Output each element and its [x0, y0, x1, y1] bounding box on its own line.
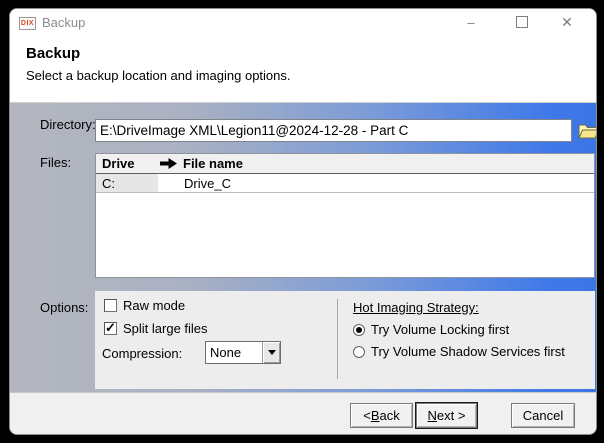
next-button[interactable]: Next >	[415, 402, 478, 429]
radio-unselected-icon[interactable]	[353, 345, 365, 358]
compression-label: Compression:	[102, 346, 183, 361]
radio-selected-icon[interactable]	[353, 323, 365, 336]
page-subtitle: Select a backup location and imaging opt…	[26, 68, 291, 83]
browse-folder-button[interactable]	[576, 117, 596, 143]
options-divider	[337, 299, 338, 379]
titlebar: DIX Backup – ✕	[10, 9, 596, 35]
minimize-button[interactable]: –	[456, 9, 486, 35]
page-title: Backup	[26, 45, 81, 62]
next-button-accesskey: N	[427, 408, 437, 423]
dropdown-button[interactable]	[262, 342, 280, 363]
folder-icon	[577, 122, 596, 139]
compression-dropdown[interactable]: None	[205, 341, 281, 364]
radio-volume-shadow-label: Try Volume Shadow Services first	[371, 344, 565, 359]
column-header-drive[interactable]: Drive	[96, 156, 158, 171]
files-list-header: Drive File name	[96, 154, 594, 174]
wizard-header: Backup Select a backup location and imag…	[10, 35, 596, 103]
close-button[interactable]: ✕	[552, 9, 582, 35]
directory-input[interactable]	[95, 119, 572, 142]
raw-mode-label: Raw mode	[123, 298, 186, 313]
file-row-drive: C:	[96, 174, 158, 192]
back-button[interactable]: < Back	[350, 403, 413, 428]
main-panel: Directory: Files: Drive	[10, 103, 596, 392]
column-header-filename-label: File name	[183, 156, 243, 171]
files-label: Files:	[40, 155, 72, 170]
hot-imaging-heading: Hot Imaging Strategy:	[353, 300, 479, 315]
cancel-button[interactable]: Cancel	[511, 403, 575, 428]
right-arrow-icon	[160, 158, 177, 169]
window-title: Backup	[42, 15, 86, 30]
file-row-filename: Drive_C	[184, 175, 231, 191]
radio-volume-shadow[interactable]: Try Volume Shadow Services first	[353, 344, 565, 359]
maximize-button[interactable]	[507, 9, 537, 35]
maximize-icon	[516, 16, 528, 28]
back-button-rest: ack	[379, 408, 400, 423]
split-large-files-checkbox[interactable]: Split large files	[104, 320, 208, 336]
options-label: Options:	[40, 300, 89, 315]
options-panel: Raw mode Split large files Compression: …	[95, 291, 595, 389]
compression-value: None	[210, 345, 242, 360]
radio-volume-locking[interactable]: Try Volume Locking first	[353, 322, 509, 337]
backup-wizard-window: DIX Backup – ✕ Backup Select a backup lo…	[9, 8, 597, 435]
button-bar: < Back Next > Cancel	[10, 392, 596, 434]
directory-label: Directory:	[40, 117, 96, 132]
raw-mode-checkbox[interactable]: Raw mode	[104, 298, 185, 313]
files-list[interactable]: Drive File name C: Drive_C	[95, 153, 595, 278]
back-button-accesskey: B	[370, 408, 380, 423]
column-header-filename[interactable]: File name	[158, 156, 243, 171]
file-row[interactable]: C: Drive_C	[96, 174, 594, 193]
checkbox-unchecked-icon[interactable]	[104, 299, 117, 312]
back-button-prefix: <	[363, 408, 371, 423]
checkbox-checked-icon[interactable]	[104, 320, 117, 336]
radio-volume-locking-label: Try Volume Locking first	[371, 322, 510, 337]
split-large-files-label: Split large files	[123, 321, 208, 336]
chevron-down-icon	[267, 350, 276, 355]
app-icon: DIX	[19, 17, 36, 30]
next-button-rest: ext >	[436, 408, 466, 423]
